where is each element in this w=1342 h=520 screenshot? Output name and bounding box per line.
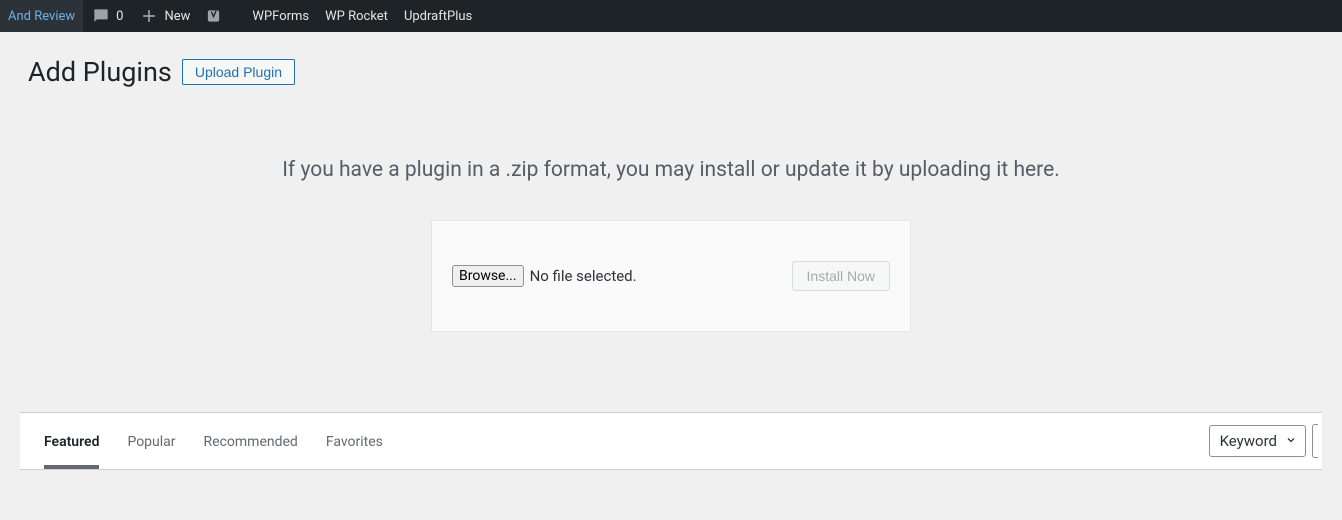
toolbar-item-updraftplus[interactable]: UpdraftPlus bbox=[396, 0, 480, 32]
file-input-group: Browse... No file selected. bbox=[452, 265, 637, 287]
tab-recommended[interactable]: Recommended bbox=[204, 414, 298, 468]
search-type-label: Keyword bbox=[1220, 432, 1277, 450]
plus-icon bbox=[139, 6, 159, 26]
page-content: Add Plugins Upload Plugin If you have a … bbox=[0, 32, 1342, 470]
filter-tabs: Featured Popular Recommended Favorites bbox=[20, 413, 383, 469]
toolbar-item-label: WPForms bbox=[252, 9, 309, 24]
toolbar-review-link[interactable]: And Review bbox=[0, 0, 83, 32]
toolbar-comments[interactable]: 0 bbox=[83, 0, 131, 32]
upload-plugin-button[interactable]: Upload Plugin bbox=[182, 59, 295, 85]
toolbar-new-label: New bbox=[164, 9, 190, 24]
search-type-select[interactable]: Keyword bbox=[1209, 425, 1306, 457]
comment-icon bbox=[91, 6, 111, 26]
file-selected-status: No file selected. bbox=[530, 267, 637, 285]
toolbar-item-label: UpdraftPlus bbox=[404, 9, 472, 24]
upload-help-text: If you have a plugin in a .zip format, y… bbox=[20, 158, 1322, 182]
toolbar-item-wpforms[interactable]: WPForms bbox=[244, 0, 317, 32]
browse-button[interactable]: Browse... bbox=[452, 265, 524, 287]
filter-search-group: Keyword bbox=[1209, 424, 1322, 458]
toolbar-comments-count: 0 bbox=[116, 9, 123, 24]
yoast-icon bbox=[206, 6, 226, 26]
chevron-down-icon bbox=[1285, 432, 1297, 450]
tab-featured[interactable]: Featured bbox=[44, 414, 99, 468]
toolbar-new[interactable]: New bbox=[131, 0, 198, 32]
toolbar-item-wprocket[interactable]: WP Rocket bbox=[317, 0, 396, 32]
tab-popular[interactable]: Popular bbox=[127, 414, 175, 468]
admin-toolbar: And Review 0 New WPForms WP Rocket Updra… bbox=[0, 0, 1342, 32]
search-input[interactable] bbox=[1312, 424, 1318, 458]
toolbar-yoast[interactable] bbox=[198, 0, 234, 32]
toolbar-item-label: WP Rocket bbox=[325, 9, 388, 24]
plugin-filter-bar: Featured Popular Recommended Favorites K… bbox=[20, 412, 1322, 470]
page-header: Add Plugins Upload Plugin bbox=[20, 32, 1322, 88]
toolbar-review-label: And Review bbox=[8, 9, 75, 24]
page-title: Add Plugins bbox=[28, 56, 172, 88]
upload-area: If you have a plugin in a .zip format, y… bbox=[20, 158, 1322, 332]
upload-form: Browse... No file selected. Install Now bbox=[431, 220, 911, 332]
install-now-button[interactable]: Install Now bbox=[792, 261, 890, 291]
tab-favorites[interactable]: Favorites bbox=[326, 414, 383, 468]
